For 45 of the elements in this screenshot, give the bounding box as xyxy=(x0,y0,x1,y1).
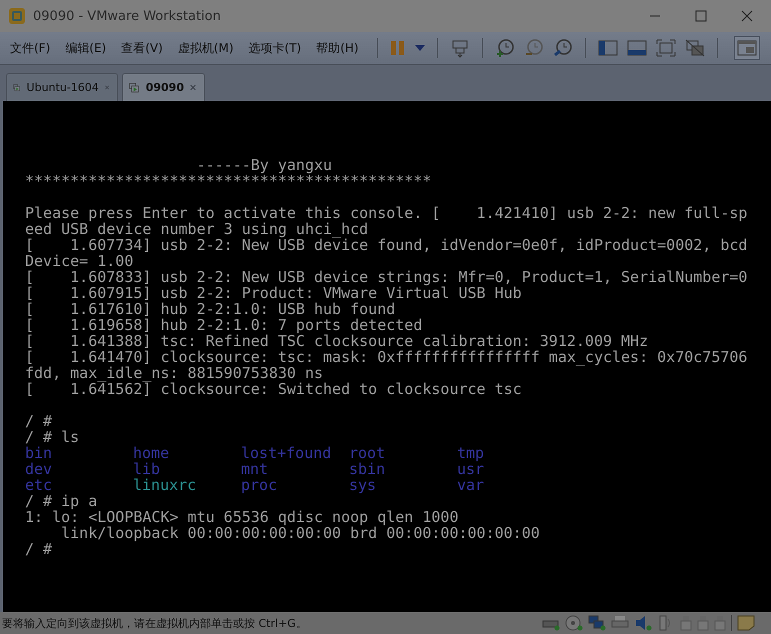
file-name: proc xyxy=(241,477,278,493)
console-line: [ 1.607833] usb 2-2: New USB device strings: Mfr=0, Product=1, SerialNumber=0 xyxy=(25,269,748,285)
console-line: / # xyxy=(25,413,54,429)
console-line: 1: lo: <LOOPBACK> mtu 65536 qdisc noop qlen 1000 xyxy=(25,509,460,525)
tab[interactable]: 09090 xyxy=(122,73,205,101)
menu-item[interactable]: 帮助(H) xyxy=(316,40,359,56)
file-name: linuxrc xyxy=(133,477,198,493)
console-line: / # xyxy=(25,541,54,557)
console-line: [ 1.641388] tsc: Refined TSC clocksource calibration: 3912.009 MHz xyxy=(25,333,650,349)
file-name: dev xyxy=(25,461,54,477)
menu-item[interactable]: 文件(F) xyxy=(10,40,50,56)
window-title: 09090 - VMware Workstation xyxy=(33,8,221,24)
console-line: fdd, max_idle_ns: 881590753830 ns xyxy=(25,365,324,381)
console-line: link/loopback 00:00:00:00:00:00 brd 00:00:00:00:00:00 xyxy=(60,525,541,541)
file-name: bin xyxy=(25,445,54,461)
console-line: [ 1.619658] hub 2-2:1.0: 7 ports detected xyxy=(25,317,424,333)
file-name: lost+found xyxy=(241,445,332,461)
console-line: ------By yangxu xyxy=(196,157,334,173)
console-line: [ 1.617610] hub 2-2:1.0: USB hub found xyxy=(25,301,396,317)
console-line: eed USB device number 3 using uhci_hcd xyxy=(25,221,370,237)
console-line: / # ip a xyxy=(25,493,98,509)
file-name: mnt xyxy=(241,461,270,477)
console-line: [ 1.641562] clocksource: Switched to clocksource tsc xyxy=(25,381,523,397)
file-name: home xyxy=(133,445,170,461)
menu-item[interactable]: 选项卡(T) xyxy=(248,40,302,56)
console-line: / # ls xyxy=(25,429,80,445)
file-name: sbin xyxy=(349,461,386,477)
file-name: var xyxy=(457,477,486,493)
status-text: 要将输入定向到该虚拟机，请在虚拟机内部单击或按 Ctrl+G。 xyxy=(2,616,307,630)
console-line: [ 1.641470] clocksource: tsc: mask: 0xffffffffffffffff max_cycles: 0x70c75706 xyxy=(25,349,748,365)
menu-item[interactable]: 查看(V) xyxy=(121,40,163,56)
console-line: [ 1.607915] usb 2-2: Product: VMware Virtual USB Hub xyxy=(25,285,523,301)
console-line: [ 1.607734] usb 2-2: New USB device found, idVendor=0e0f, idProduct=0002, bcd xyxy=(25,237,748,253)
file-name: sys xyxy=(349,477,378,493)
tab[interactable]: Ubuntu-1604 xyxy=(6,73,118,101)
console-line: Device= 1.00 xyxy=(25,253,134,269)
console-line: ********************************************* xyxy=(25,173,432,189)
file-name: usr xyxy=(457,461,486,477)
menu-item[interactable]: 虚拟机(M) xyxy=(178,40,234,56)
file-name: root xyxy=(349,445,386,461)
file-name: lib xyxy=(133,461,162,477)
file-name: etc xyxy=(25,477,54,493)
file-name: tmp xyxy=(457,445,486,461)
console-line: Please press Enter to activate this console. [ 1.421410] usb 2-2: new full-sp xyxy=(25,205,748,221)
menu-item[interactable]: 编辑(E) xyxy=(65,40,106,56)
